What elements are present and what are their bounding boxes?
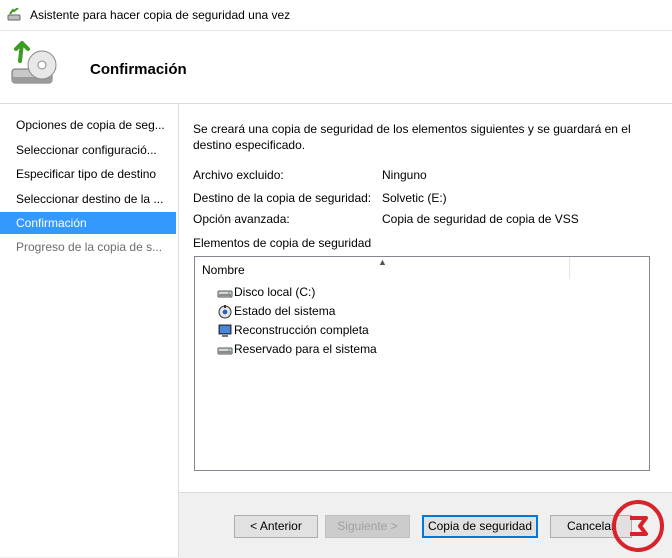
drive-icon <box>217 290 233 298</box>
computer-icon <box>218 324 232 337</box>
list-item-label: Reservado para el sistema <box>234 342 377 356</box>
step-select-destination[interactable]: Seleccionar destino de la ... <box>0 188 176 210</box>
advanced-option-value: Copia de seguridad de copia de VSS <box>382 212 579 226</box>
system-state-icon <box>218 304 232 319</box>
name-column-header[interactable]: Nombre <box>202 263 245 277</box>
backup-button[interactable]: Copia de seguridad <box>422 515 538 538</box>
title-bar: Asistente para hacer copia de seguridad … <box>0 0 672 31</box>
excluded-file-label: Archivo excluido: <box>193 168 284 182</box>
next-button: Siguiente > <box>325 515 410 538</box>
wizard-header: Confirmación <box>0 31 672 104</box>
window-title: Asistente para hacer copia de seguridad … <box>30 8 291 22</box>
list-item-label: Reconstrucción completa <box>234 323 369 337</box>
destination-label: Destino de la copia de seguridad: <box>193 191 372 205</box>
sort-ascending-icon: ▲ <box>378 257 387 267</box>
wizard-footer: < Anterior Siguiente > Copia de segurida… <box>179 492 672 558</box>
content-panel: Se creará una copia de seguridad de los … <box>179 104 672 492</box>
step-backup-progress: Progreso de la copia de s... <box>16 240 163 254</box>
page-title: Confirmación <box>90 61 187 78</box>
description-text: Se creará una copia de seguridad de los … <box>193 122 631 152</box>
wizard-steps-sidebar: Opciones de copia de seg... Seleccionar … <box>0 104 179 557</box>
list-item[interactable]: Estado del sistema <box>217 302 335 320</box>
backup-drive-icon <box>11 41 57 84</box>
backup-items-list[interactable]: Nombre ▲ Disco local (C:) Estado del sis… <box>194 256 650 471</box>
list-item-label: Disco local (C:) <box>234 285 316 299</box>
column-divider[interactable] <box>569 257 570 279</box>
list-item-label: Estado del sistema <box>234 304 336 318</box>
backup-items-label: Elementos de copia de seguridad <box>193 236 372 250</box>
watermark-logo-icon <box>612 500 664 552</box>
excluded-file-value: Ninguno <box>382 168 427 182</box>
list-item[interactable]: Reservado para el sistema <box>217 340 377 358</box>
step-select-configuration[interactable]: Seleccionar configuració... <box>0 139 176 161</box>
drive-icon <box>217 347 233 355</box>
back-button[interactable]: < Anterior <box>234 515 318 538</box>
step-confirmation[interactable]: Confirmación <box>0 212 176 234</box>
advanced-option-label: Opción avanzada: <box>193 212 290 226</box>
step-destination-type[interactable]: Especificar tipo de destino <box>0 163 176 185</box>
list-column-header[interactable]: Nombre ▲ <box>195 257 649 279</box>
list-item[interactable]: Disco local (C:) <box>217 283 315 301</box>
destination-value: Solvetic (E:) <box>382 191 447 205</box>
list-item[interactable]: Reconstrucción completa <box>217 321 369 339</box>
backup-app-icon <box>7 8 21 21</box>
step-backup-options[interactable]: Opciones de copia de seg... <box>0 114 176 136</box>
